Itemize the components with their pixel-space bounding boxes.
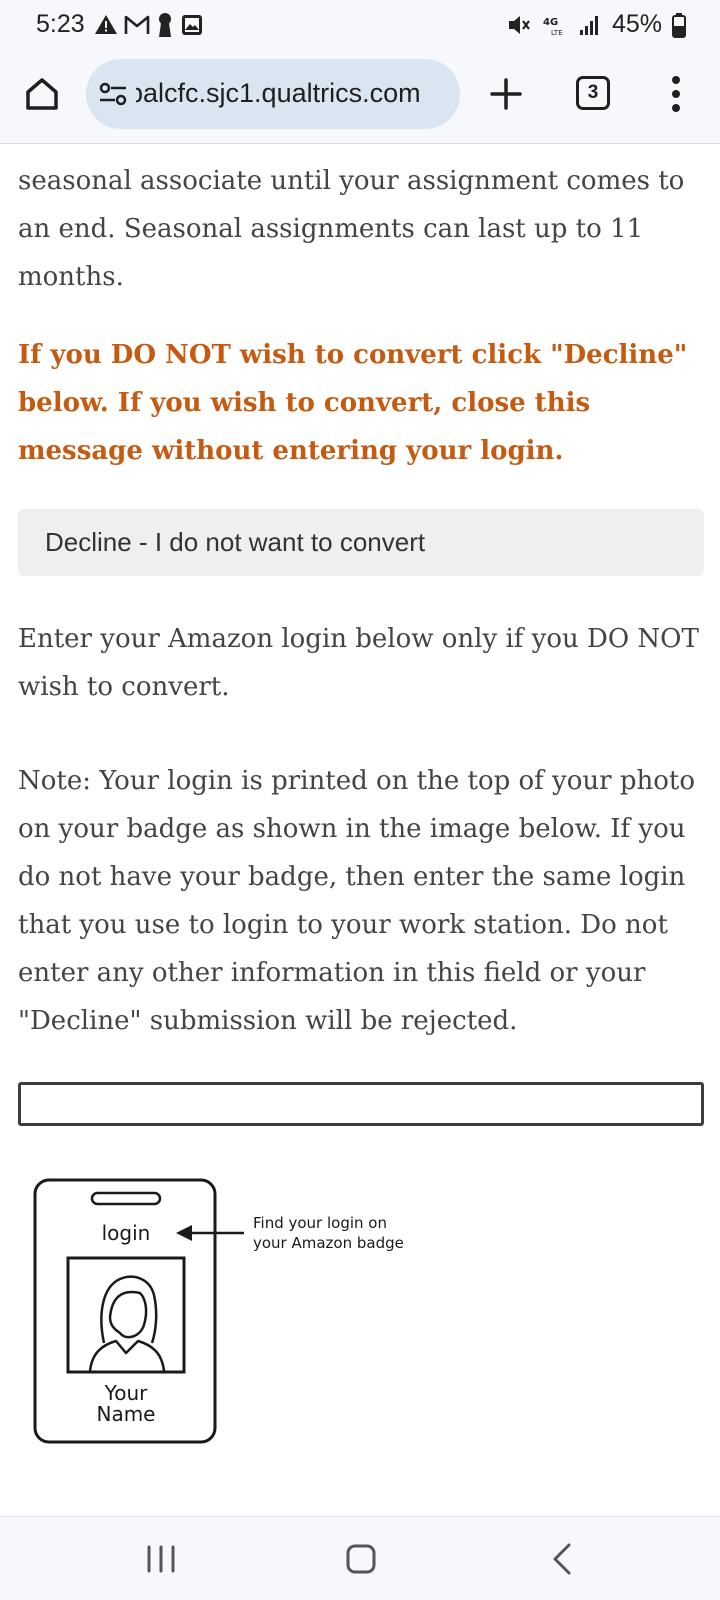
new-tab-icon[interactable]: [486, 74, 526, 114]
home-icon[interactable]: [22, 74, 62, 114]
4g-lte-icon: 4GLTE: [543, 17, 563, 37]
status-bar: 5:23 4G LTE 45%: [0, 0, 720, 54]
system-nav-bar: [0, 1516, 720, 1600]
gmail-icon: [124, 15, 150, 34]
image-icon: [182, 15, 202, 35]
callout-line1: Find your login on: [253, 1214, 387, 1232]
recent-apps-icon[interactable]: [141, 1539, 181, 1579]
badge-photo-frame: [66, 1256, 186, 1374]
url-text-clip: palcfc.sjc1.qualtrics.com: [136, 59, 452, 129]
back-icon[interactable]: [543, 1539, 583, 1579]
tab-switcher-button[interactable]: 3: [576, 76, 610, 110]
badge-name-line2: Name: [96, 1402, 155, 1426]
address-bar[interactable]: palcfc.sjc1.qualtrics.com: [86, 59, 460, 129]
signal-icon: [579, 15, 598, 35]
svg-text:LTE: LTE: [551, 29, 563, 37]
svg-text:4G: 4G: [543, 17, 558, 28]
decline-button[interactable]: Decline - I do not want to convert: [18, 509, 704, 576]
battery-percent: 45%: [611, 10, 662, 38]
login-note: Note: Your login is printed on the top o…: [18, 766, 695, 1036]
status-time: 5:23: [36, 10, 85, 38]
alert-icon: [95, 15, 117, 34]
mute-icon: [508, 15, 530, 34]
info-paragraph: seasonal associate until your assignment…: [18, 166, 685, 292]
warning-text: If you DO NOT wish to convert click "Dec…: [18, 340, 688, 466]
home-nav-icon[interactable]: [341, 1539, 381, 1579]
battery-icon: [672, 12, 686, 38]
callout-line2: your Amazon badge: [253, 1234, 404, 1252]
site-settings-icon[interactable]: [98, 81, 128, 107]
login-input[interactable]: [18, 1082, 704, 1126]
survey-content: seasonal associate until your assignment…: [0, 145, 720, 1515]
keyhole-icon: [159, 13, 171, 37]
badge-illustration: login Your Name Find your login on your …: [33, 1178, 404, 1444]
badge-login-label: login: [102, 1221, 151, 1245]
status-left-icons: [94, 12, 204, 38]
url-text: palcfc.sjc1.qualtrics.com: [136, 78, 421, 108]
more-menu-icon[interactable]: [666, 72, 686, 116]
badge-slot: [90, 1191, 162, 1206]
browser-toolbar: palcfc.sjc1.qualtrics.com 3: [0, 54, 720, 144]
status-right-icons: 4G LTE 45%: [506, 10, 686, 39]
login-prompt: Enter your Amazon login below only if yo…: [18, 624, 699, 702]
